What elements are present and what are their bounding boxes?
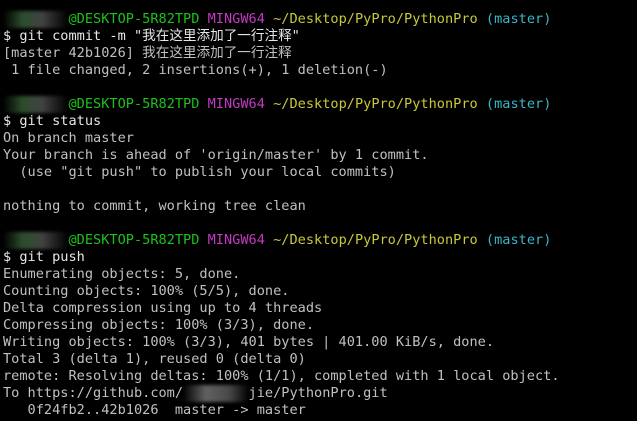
- output-line: [master 42b1026] 我在这里添加了一行注释: [3, 45, 292, 61]
- redacted-github-user: xxxxxxxx: [183, 385, 249, 402]
- output-line: Total 3 (delta 1), reused 0 (delta 0): [3, 351, 306, 367]
- prompt-path: ~/Desktop/PyPro/PythonPro: [273, 96, 478, 112]
- prompt-branch: (master): [485, 11, 552, 27]
- remote-url-line: To https://github.com/xxxxxxxxjie/Python…: [0, 385, 637, 402]
- output-line: remote: Resolving deltas: 100% (1/1), co…: [3, 368, 560, 384]
- prompt-system: MINGW64: [207, 96, 265, 112]
- output-line: (use "git push" to publish your local co…: [3, 164, 396, 180]
- remote-url-suffix: jie/PythonPro.git: [248, 385, 388, 401]
- prompt-path: ~/Desktop/PyPro/PythonPro: [273, 11, 478, 27]
- command-line: $ git push: [3, 249, 85, 265]
- command-line: $ git commit -m "我在这里添加了一行注释": [3, 28, 300, 44]
- prompt-path: ~/Desktop/PyPro/PythonPro: [273, 232, 478, 248]
- prompt-line: xxxxxxxx@DESKTOP-5R82TPD MINGW64 ~/Deskt…: [0, 232, 637, 249]
- redacted-username: xxxxxxxx: [3, 96, 69, 113]
- prompt-system: MINGW64: [207, 11, 265, 27]
- prompt-host: @DESKTOP-5R82TPD: [68, 96, 200, 112]
- remote-url-prefix: To https://github.com/: [3, 385, 184, 401]
- prompt-branch: (master): [485, 96, 552, 112]
- output-line: Your branch is ahead of 'origin/master' …: [3, 147, 429, 163]
- prompt-system: MINGW64: [207, 232, 265, 248]
- prompt-host: @DESKTOP-5R82TPD: [68, 11, 200, 27]
- command-line: $ git status: [3, 113, 102, 129]
- output-line: Compressing objects: 100% (3/3), done.: [3, 317, 314, 333]
- prompt-line: xxxxxxxx@DESKTOP-5R82TPD MINGW64 ~/Deskt…: [0, 11, 637, 28]
- prompt-line: xxxxxxxx@DESKTOP-5R82TPD MINGW64 ~/Deskt…: [0, 96, 637, 113]
- terminal-window[interactable]: xxxxxxxx@DESKTOP-5R82TPD MINGW64 ~/Deskt…: [0, 0, 637, 421]
- redacted-username: xxxxxxxx: [3, 11, 69, 28]
- push-result-line: 0f24fb2..42b1026 master -> master: [3, 402, 306, 418]
- prompt-branch: (master): [485, 232, 552, 248]
- prompt-host: @DESKTOP-5R82TPD: [68, 232, 200, 248]
- output-line: nothing to commit, working tree clean: [3, 198, 306, 214]
- output-line: On branch master: [3, 130, 134, 146]
- output-line: Counting objects: 100% (5/5), done.: [3, 283, 290, 299]
- redacted-username: xxxxxxxx: [3, 232, 69, 249]
- output-line: Enumerating objects: 5, done.: [3, 266, 241, 282]
- output-line: Writing objects: 100% (3/3), 401 bytes |…: [3, 334, 495, 350]
- output-line: Delta compression using up to 4 threads: [3, 300, 323, 316]
- output-line: 1 file changed, 2 insertions(+), 1 delet…: [3, 62, 388, 78]
